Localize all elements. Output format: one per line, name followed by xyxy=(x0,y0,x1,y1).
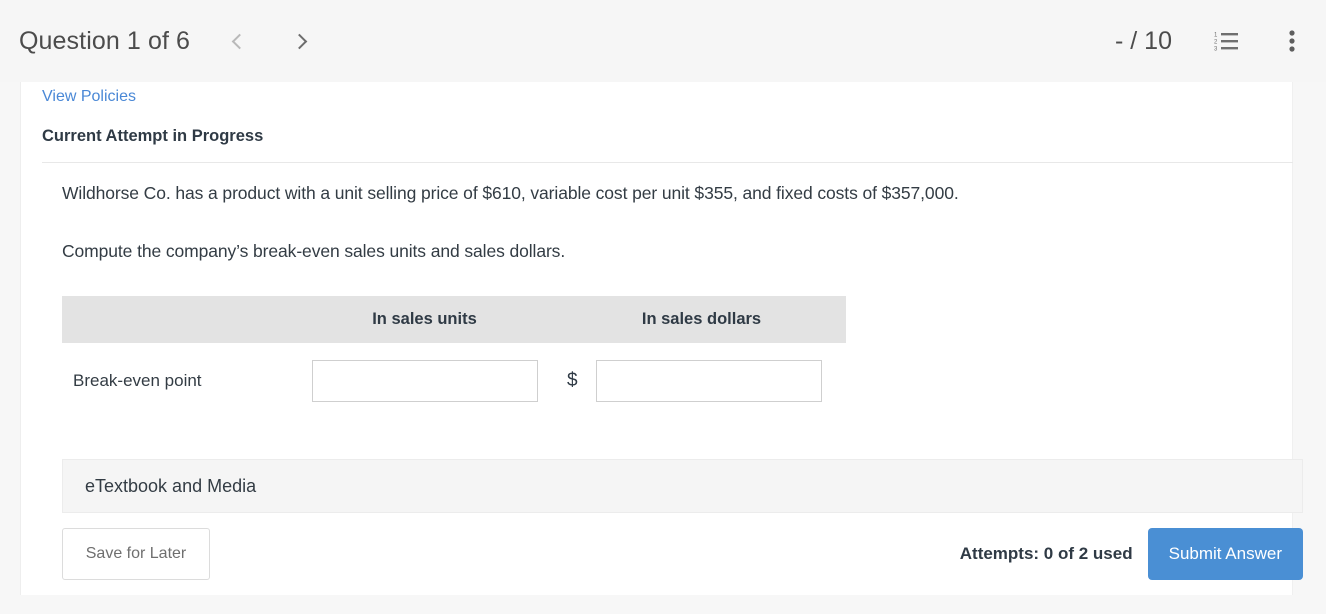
row-label-break-even-point: Break-even point xyxy=(73,371,202,390)
question-list-button[interactable]: 1 2 3 xyxy=(1212,26,1242,56)
question-header: Question 1 of 6 - / 10 1 2 3 xyxy=(0,0,1326,82)
more-vertical-icon xyxy=(1289,30,1295,52)
action-bar-right: Attempts: 0 of 2 used Submit Answer xyxy=(960,528,1303,580)
svg-text:2: 2 xyxy=(1214,40,1218,46)
question-panel: View Policies Current Attempt in Progres… xyxy=(20,82,1303,595)
table-header-row: In sales units In sales dollars xyxy=(62,296,846,343)
question-page: Question 1 of 6 - / 10 1 2 3 View Polici… xyxy=(0,0,1326,614)
table-header-sales-units: In sales units xyxy=(372,310,477,328)
save-for-later-button[interactable]: Save for Later xyxy=(62,528,210,580)
etextbook-label: eTextbook and Media xyxy=(85,475,257,496)
cell-sales-units xyxy=(292,360,557,402)
currency-symbol: $ xyxy=(567,370,578,391)
question-paragraph-1: Wildhorse Co. has a product with a unit … xyxy=(62,183,959,203)
view-policies-link[interactable]: View Policies xyxy=(42,88,136,106)
chevron-right-icon xyxy=(291,33,307,49)
previous-question-button[interactable] xyxy=(220,24,254,58)
table-header-sales-dollars: In sales dollars xyxy=(641,310,762,328)
more-options-button[interactable] xyxy=(1280,26,1304,56)
attempts-counter: Attempts: 0 of 2 used xyxy=(959,544,1133,563)
section-divider xyxy=(42,162,1293,163)
svg-text:1: 1 xyxy=(1214,33,1218,39)
page-title: Question 1 of 6 xyxy=(19,26,191,55)
action-bar: Save for Later Attempts: 0 of 2 used Sub… xyxy=(62,528,1303,580)
header-right-group: - / 10 1 2 3 xyxy=(1115,26,1326,56)
sales-units-input[interactable] xyxy=(311,360,538,402)
header-left-group: Question 1 of 6 xyxy=(0,24,318,58)
chevron-left-icon xyxy=(231,33,247,49)
question-paragraph-2: Compute the company’s break-even sales u… xyxy=(62,241,566,261)
etextbook-and-media-bar[interactable]: eTextbook and Media xyxy=(62,459,1303,513)
submit-answer-button[interactable]: Submit Answer xyxy=(1147,528,1303,580)
table-row: Break-even point $ xyxy=(62,343,846,419)
svg-text:3: 3 xyxy=(1214,47,1218,53)
next-question-button[interactable] xyxy=(284,24,318,58)
numbered-list-icon: 1 2 3 xyxy=(1214,33,1238,53)
cell-sales-dollars: $ xyxy=(557,360,846,402)
attempt-status-heading: Current Attempt in Progress xyxy=(42,127,264,145)
score-display: - / 10 xyxy=(1115,26,1172,55)
answer-table: In sales units In sales dollars Break-ev… xyxy=(62,296,846,419)
sales-dollars-input[interactable] xyxy=(595,360,822,402)
